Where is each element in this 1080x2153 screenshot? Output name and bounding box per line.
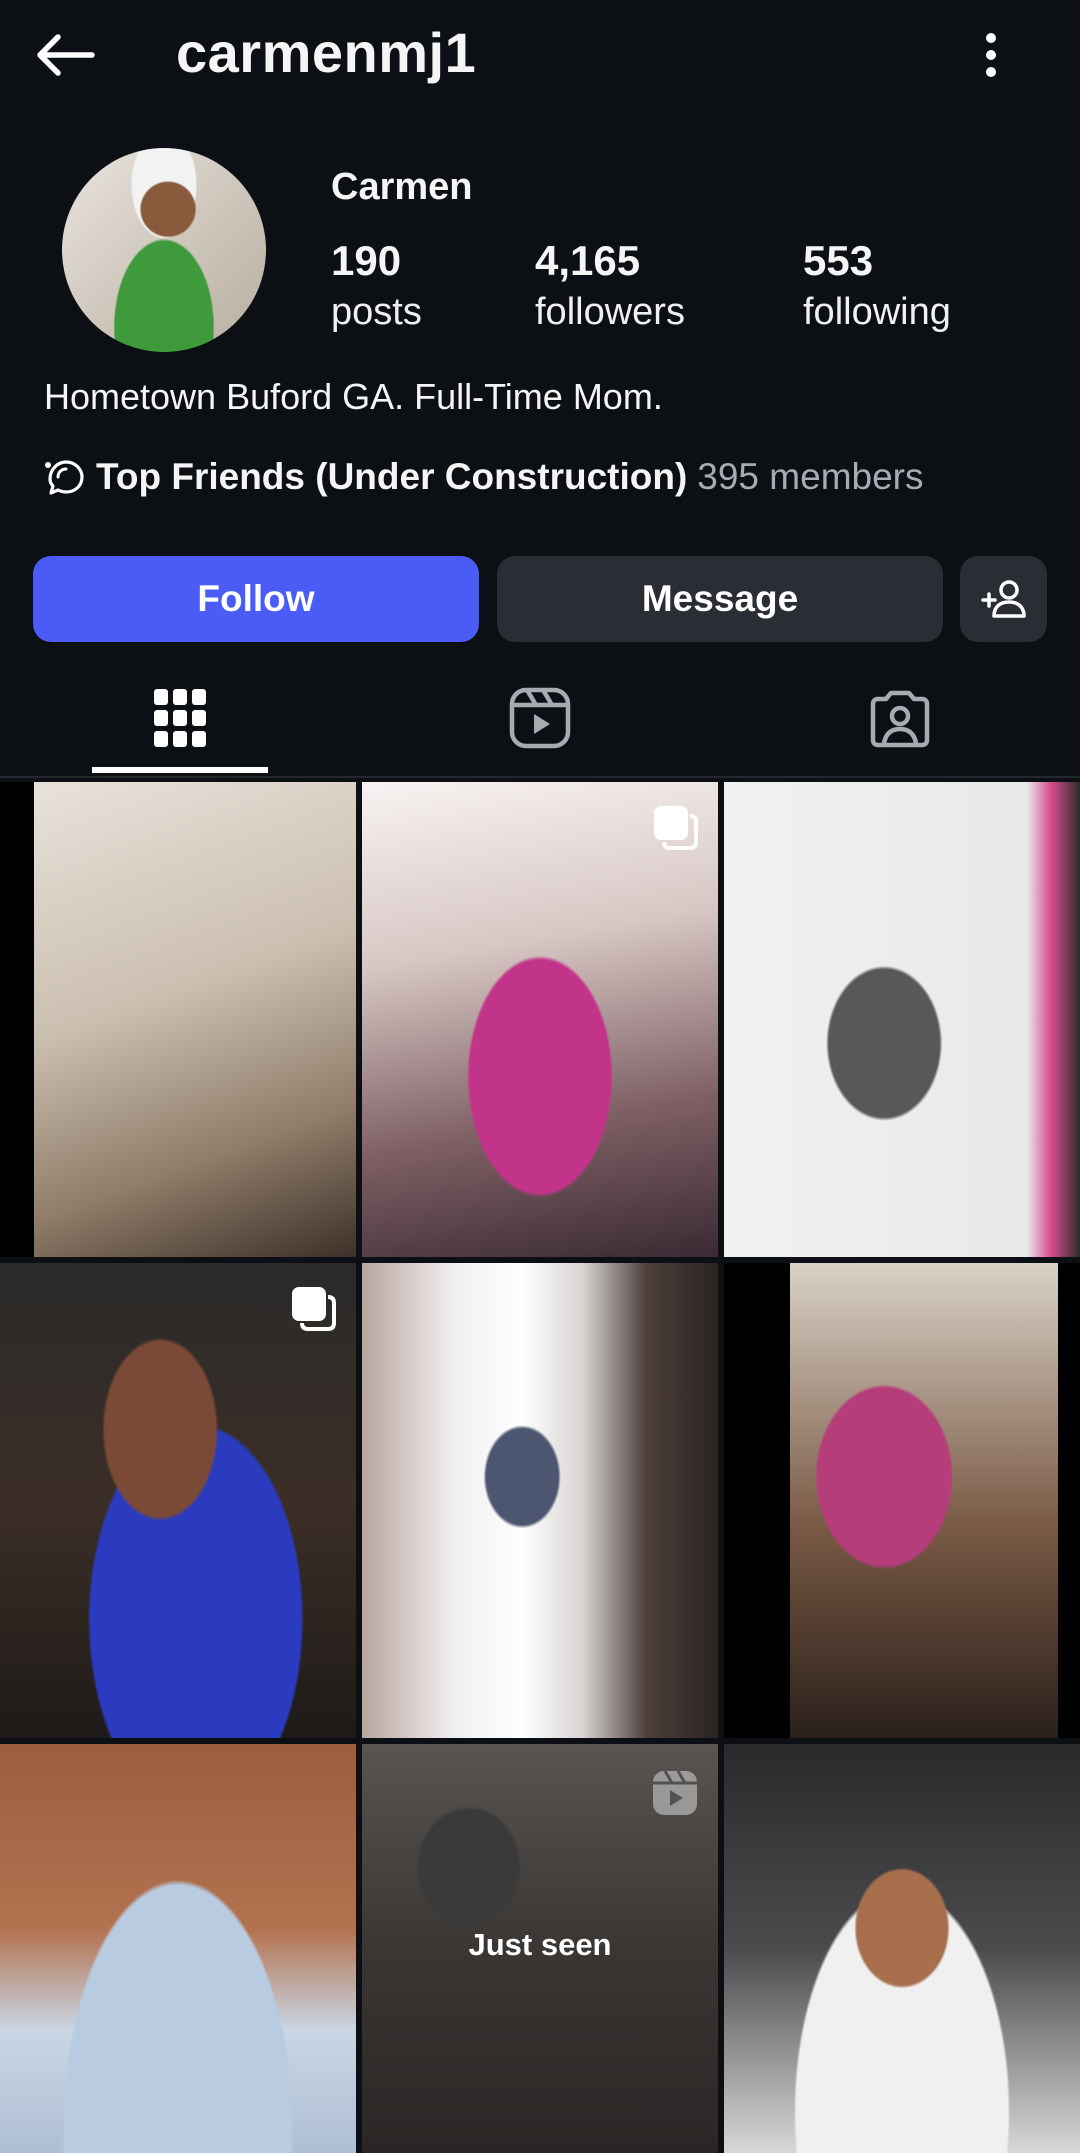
posts-count-value: 190 — [331, 237, 402, 284]
just-seen-label: Just seen — [468, 1927, 612, 1962]
post-thumbnail[interactable] — [0, 782, 356, 1257]
post-thumbnail[interactable] — [0, 1263, 356, 1738]
post-thumbnail[interactable] — [724, 782, 1080, 1257]
profile-bio: Hometown Buford GA. Full-Time Mom. — [44, 376, 663, 417]
post-thumbnail[interactable] — [362, 1263, 718, 1738]
post-thumbnail[interactable] — [362, 782, 718, 1257]
add-person-icon — [980, 580, 1026, 618]
message-button[interactable]: Message — [497, 556, 943, 642]
follow-button[interactable]: Follow — [33, 556, 479, 642]
active-tab-indicator — [92, 767, 268, 773]
following-count[interactable]: 553 following — [803, 234, 951, 336]
more-options-button[interactable] — [966, 20, 1016, 90]
broadcast-channel-link[interactable]: Top Friends (Under Construction) 395 mem… — [44, 452, 924, 502]
display-name: Carmen — [331, 166, 473, 208]
channel-name: Top Friends (Under Construction) — [96, 456, 688, 497]
carousel-icon — [292, 1287, 336, 1331]
carousel-icon — [654, 806, 698, 850]
post-thumbnail[interactable]: Just seen — [362, 1744, 718, 2153]
tab-tagged[interactable] — [810, 660, 990, 776]
following-count-label: following — [803, 291, 951, 333]
posts-count: 190 posts — [331, 234, 422, 336]
following-count-value: 553 — [803, 237, 874, 284]
tagged-icon — [870, 690, 930, 748]
reel-icon — [653, 1770, 697, 1815]
reels-icon — [509, 687, 571, 749]
followers-count[interactable]: 4,165 followers — [535, 234, 685, 336]
post-thumbnail[interactable] — [724, 1744, 1080, 2153]
broadcast-channel-icon — [44, 454, 90, 500]
tab-posts-grid[interactable] — [90, 660, 270, 776]
followers-count-value: 4,165 — [535, 237, 641, 284]
arrow-left-icon — [37, 34, 95, 76]
top-bar: carmenmj1 — [0, 0, 1080, 110]
post-thumbnail[interactable] — [724, 1263, 1080, 1738]
more-vertical-icon — [986, 33, 996, 77]
profile-username: carmenmj1 — [176, 21, 477, 84]
suggested-accounts-button[interactable] — [960, 556, 1047, 642]
profile-avatar[interactable] — [62, 148, 266, 352]
posts-grid: Just seen — [0, 782, 1080, 2153]
tabs-divider — [0, 776, 1080, 778]
profile-tabs — [0, 660, 1080, 776]
grid-icon — [154, 689, 206, 747]
followers-count-label: followers — [535, 291, 685, 333]
channel-members: 395 members — [697, 456, 924, 497]
posts-count-label: posts — [331, 291, 422, 333]
post-thumbnail[interactable] — [0, 1744, 356, 2153]
back-button[interactable] — [30, 22, 100, 88]
tab-reels[interactable] — [450, 660, 630, 776]
